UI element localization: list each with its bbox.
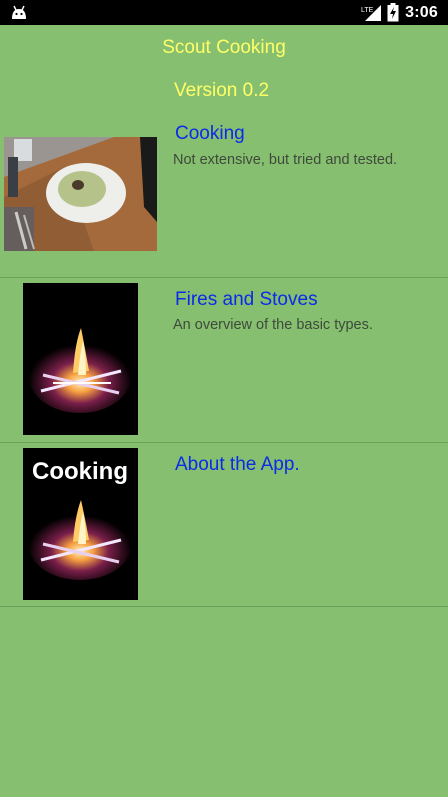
campfire-photo (23, 283, 138, 435)
item-title[interactable]: Cooking (175, 123, 245, 145)
signal-icon: LTE (361, 4, 382, 21)
list-item-about[interactable]: Cooking About the App. (0, 442, 448, 606)
item-subtitle: Not extensive, but tried and tested. (173, 152, 398, 168)
android-icon (12, 5, 26, 19)
network-label: LTE (361, 7, 374, 14)
version-label: Version 0.2 (174, 80, 270, 101)
cooking-table-photo (4, 137, 157, 251)
divider (0, 606, 448, 607)
list-item-cooking[interactable]: Cooking Not extensive, but tried and tes… (0, 117, 448, 277)
cooking-campfire-logo: Cooking (23, 448, 138, 600)
item-title[interactable]: Fires and Stoves (175, 289, 318, 311)
status-time: 3:06 (405, 3, 438, 21)
app-title: Scout Cooking (162, 37, 286, 58)
list-item-fires-and-stoves[interactable]: Fires and Stoves An overview of the basi… (0, 277, 448, 442)
battery-charging-icon (387, 3, 399, 22)
status-bar: LTE 3:06 (0, 0, 448, 25)
item-title[interactable]: About the App. (175, 454, 300, 476)
logo-text: Cooking (32, 458, 128, 485)
item-subtitle: An overview of the basic types. (173, 317, 373, 333)
